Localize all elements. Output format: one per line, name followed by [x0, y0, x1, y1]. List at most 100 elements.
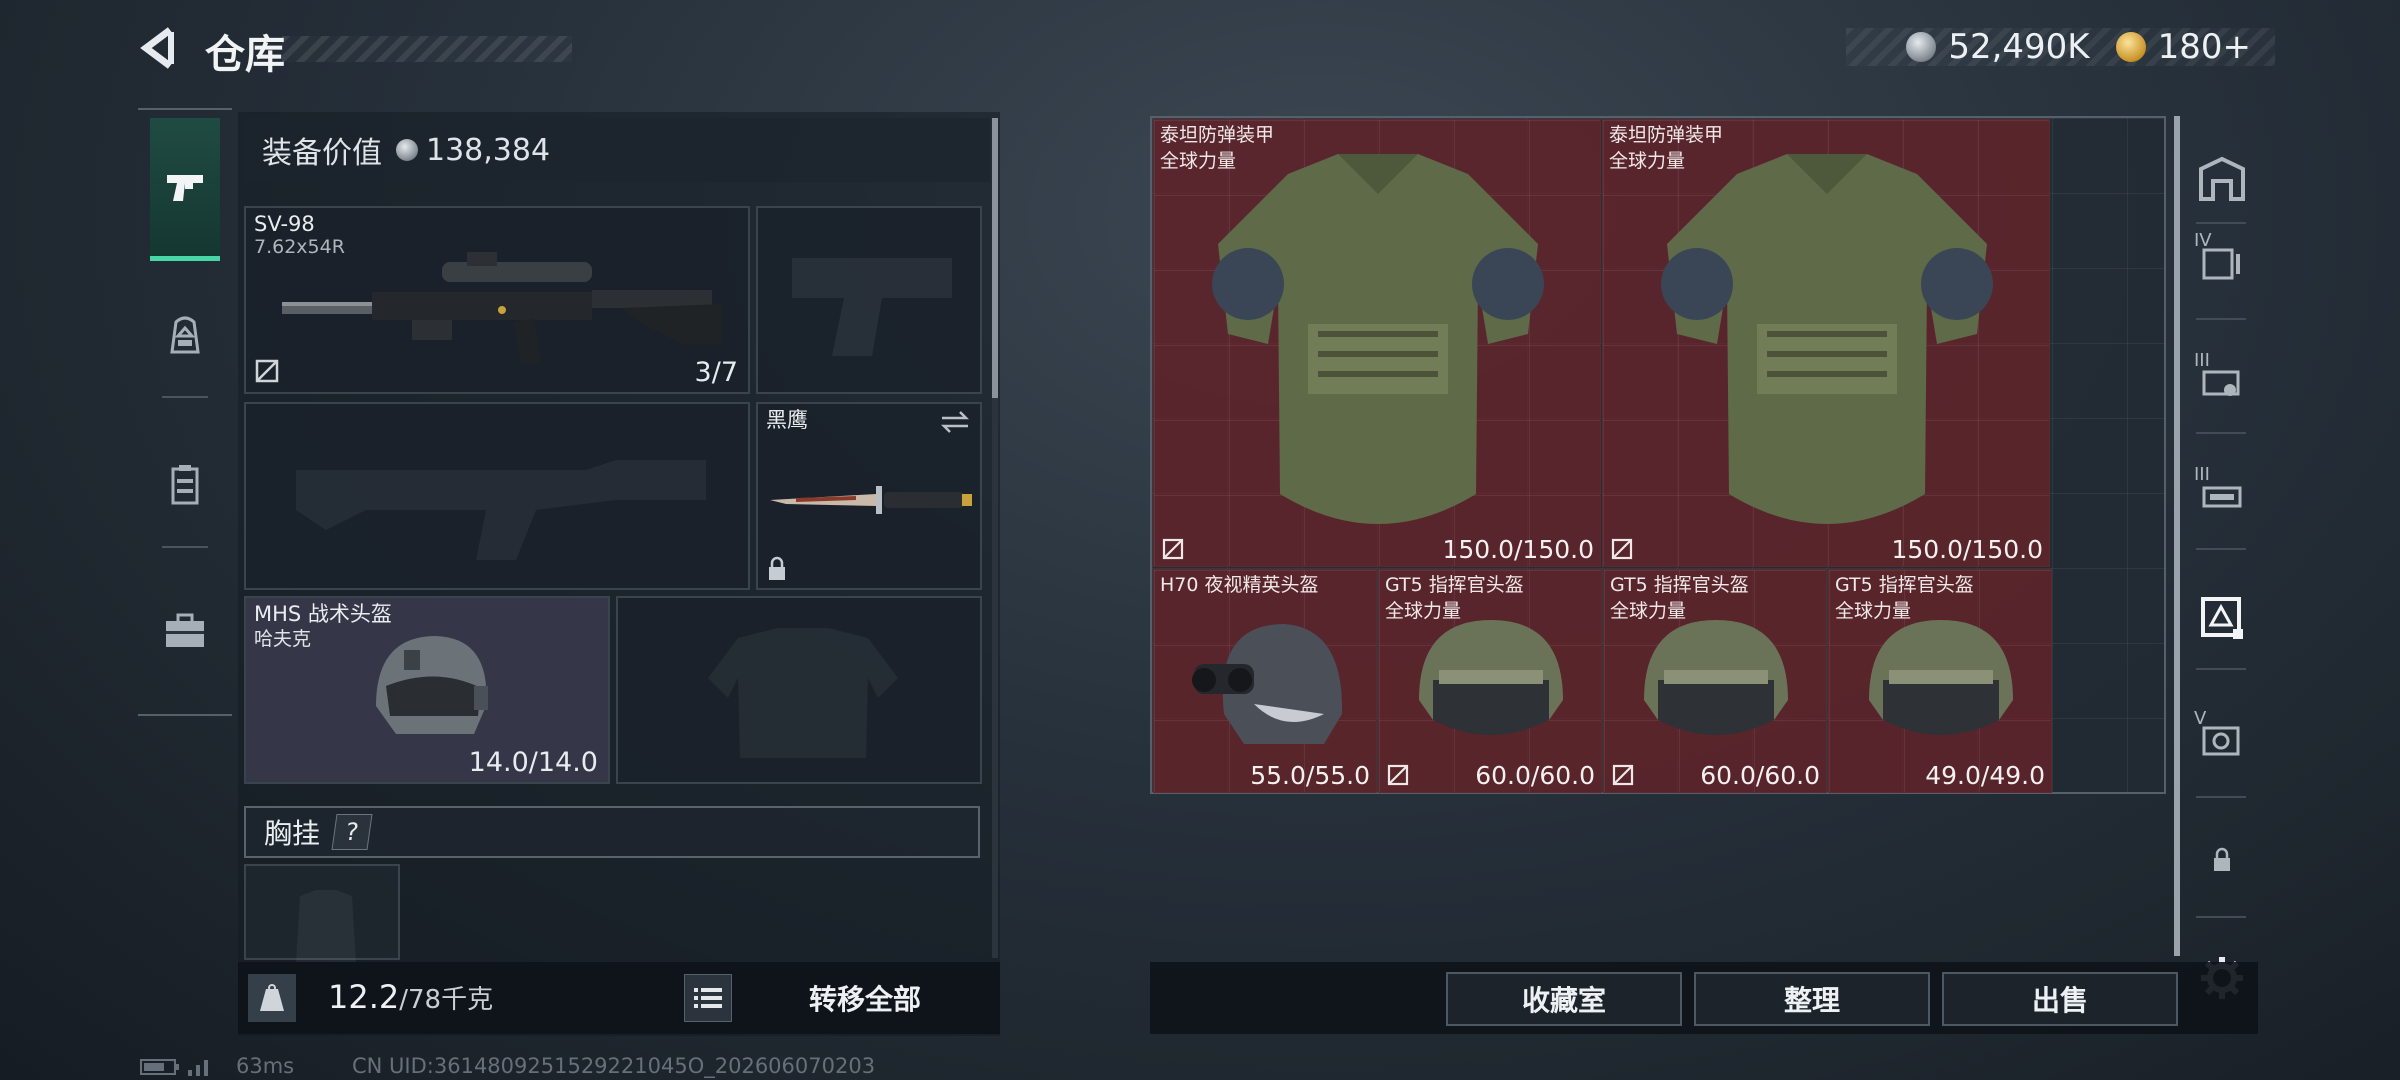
- side-divider: [2196, 668, 2246, 670]
- stash-tab-tier5[interactable]: V: [2192, 708, 2252, 768]
- side-divider: [162, 546, 208, 548]
- tier-label: V: [2194, 708, 2207, 729]
- tab-vest[interactable]: [150, 450, 220, 520]
- rifle-silhouette: [296, 460, 706, 560]
- side-divider: [2196, 222, 2246, 224]
- gold-coin-icon: [2115, 32, 2146, 62]
- item-durability: 60.0/60.0: [1475, 761, 1595, 790]
- list-view-button[interactable]: [684, 974, 732, 1022]
- side-divider: [2196, 548, 2246, 550]
- item-durability: 150.0/150.0: [1442, 535, 1594, 564]
- stash-item[interactable]: 泰坦防弹装甲 全球力量 150.0/150.0: [1153, 119, 1601, 567]
- carry-weight: 12.2/78千克: [328, 978, 493, 1016]
- item-durability: 150.0/150.0: [1891, 535, 2043, 564]
- weapon-count: 3/7: [694, 357, 738, 388]
- side-divider: [2196, 916, 2246, 918]
- stash-tab-tier3a[interactable]: III: [2192, 350, 2252, 410]
- side-divider: [2196, 796, 2246, 798]
- loadout-scrollbar-thumb[interactable]: [992, 118, 998, 398]
- stash-item[interactable]: GT5 指挥官头盔 全球力量 60.0/60.0: [1603, 569, 1827, 793]
- tier-label: IV: [2194, 230, 2212, 251]
- stash-tab-locked[interactable]: [2192, 830, 2252, 890]
- melee-name: 黑鹰: [766, 408, 808, 432]
- secondary-weapon-slot-empty[interactable]: [244, 402, 750, 590]
- no-insure-icon: [1162, 538, 1184, 560]
- transfer-all-button[interactable]: 转移全部: [760, 972, 970, 1024]
- stash-tab-tier3b[interactable]: III: [2192, 464, 2252, 524]
- tab-backpack[interactable]: [150, 300, 220, 370]
- commander-helmet-image: [1869, 620, 2013, 735]
- case-icon: [166, 613, 204, 647]
- value-label: 装备价值: [262, 136, 382, 171]
- gold-amount[interactable]: 180+: [2158, 27, 2251, 67]
- knife-image: [770, 486, 972, 514]
- chest-rig-label: 胸挂: [264, 817, 321, 850]
- ping-readout: 63ms: [236, 1054, 295, 1078]
- stash-tab-home[interactable]: [2192, 148, 2252, 208]
- helmet-slot[interactable]: MHS 战术头盔 哈夫克 14.0/14.0: [244, 596, 610, 784]
- no-insure-icon: [1611, 538, 1633, 560]
- home-container-icon: [2199, 156, 2245, 201]
- melee-slot[interactable]: 黑鹰: [756, 402, 982, 590]
- night-vision-helmet-image: [1192, 624, 1343, 744]
- helmet-tab-icon: [2201, 597, 2243, 639]
- list-icon: [694, 988, 722, 1008]
- weapon-name: SV-98: [254, 212, 315, 236]
- chest-rig-header: 胸挂 ?: [244, 806, 980, 858]
- currency-bar: 52,490K 180+: [1846, 27, 2275, 67]
- back-icon[interactable]: [138, 26, 182, 70]
- stash-item[interactable]: H70 夜视精英头盔 55.0/55.0: [1153, 569, 1377, 793]
- primary-weapon-slot[interactable]: SV-98 7.62x54R 3/7: [244, 206, 750, 394]
- page-title: 仓库: [205, 32, 285, 78]
- stash-scrollbar-thumb[interactable]: [2174, 116, 2180, 956]
- body-armor-image: [1661, 154, 1993, 524]
- signal-icon: [188, 1060, 208, 1076]
- sidearm-slot-empty[interactable]: [756, 206, 982, 394]
- item-name: GT5 指挥官头盔: [1385, 574, 1524, 596]
- sort-button[interactable]: 整理: [1694, 972, 1930, 1026]
- side-divider: [2196, 318, 2246, 320]
- armor-slot-empty[interactable]: [616, 596, 982, 784]
- no-insure-icon: [1612, 764, 1634, 786]
- safe-icon: [2202, 726, 2240, 756]
- tier-label: III: [2194, 350, 2210, 371]
- body-armor-image: [1212, 154, 1544, 524]
- commander-helmet-image: [1419, 620, 1563, 735]
- stash-item[interactable]: GT5 指挥官头盔 全球力量 49.0/49.0: [1828, 569, 2052, 793]
- vest-icon: [171, 465, 199, 505]
- loadout-value-bar: 装备价值 138,384: [244, 118, 990, 182]
- no-insure-icon: [1387, 764, 1409, 786]
- collection-room-button[interactable]: 收藏室: [1446, 972, 1682, 1026]
- swap-icon[interactable]: [940, 410, 970, 434]
- chest-rig-slot[interactable]: [244, 864, 400, 962]
- stash-item[interactable]: 泰坦防弹装甲 全球力量 150.0/150.0: [1602, 119, 2050, 567]
- backpack-icon: [170, 316, 200, 354]
- stash-tab-armor[interactable]: [2192, 588, 2252, 648]
- armor-silhouette: [708, 628, 898, 758]
- item-name: GT5 指挥官头盔: [1610, 574, 1749, 596]
- silver-amount[interactable]: 52,490K: [1948, 27, 2089, 67]
- battery-icon: [140, 1059, 179, 1075]
- item-name: GT5 指挥官头盔: [1835, 574, 1974, 596]
- lock-icon: [2214, 847, 2230, 871]
- sell-button[interactable]: 出售: [1942, 972, 2178, 1026]
- stash-item[interactable]: GT5 指挥官头盔 全球力量 60.0/60.0: [1378, 569, 1602, 793]
- item-durability: 60.0/60.0: [1700, 761, 1820, 790]
- stash-tab-tier4[interactable]: IV: [2192, 230, 2252, 290]
- tier-label: III: [2194, 464, 2210, 485]
- side-divider: [2196, 432, 2246, 434]
- helmet-durability: 14.0/14.0: [468, 747, 598, 778]
- item-name: H70 夜视精英头盔: [1160, 574, 1319, 596]
- help-icon[interactable]: ?: [331, 814, 373, 850]
- weight-capacity: /78千克: [399, 985, 494, 1015]
- helmet-image: [376, 636, 488, 734]
- tab-weapons[interactable]: [150, 118, 220, 261]
- silver-coin-icon: [396, 139, 418, 161]
- tab-case[interactable]: [150, 596, 220, 666]
- title-stripe: [282, 36, 572, 62]
- pistol-icon: [167, 175, 203, 201]
- chest-rig-silhouette: [296, 890, 356, 962]
- value-amount: 138,384: [426, 132, 551, 168]
- lock-icon: [769, 556, 785, 580]
- commander-helmet-image: [1644, 620, 1788, 735]
